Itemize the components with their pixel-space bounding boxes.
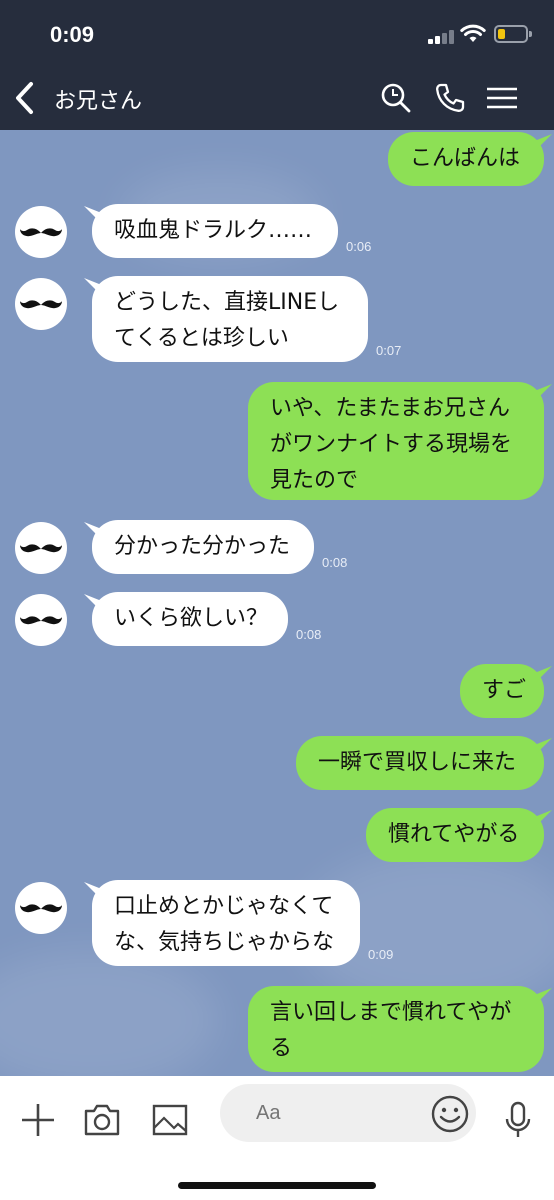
bubble-tail <box>536 738 552 754</box>
emoji-icon[interactable] <box>428 1092 472 1136</box>
message-time: 0:08 <box>322 555 348 570</box>
microphone-icon[interactable] <box>496 1098 540 1142</box>
message-bubble[interactable]: 慣れてやがる <box>366 808 544 862</box>
bubble-tail <box>84 594 100 610</box>
mustache-icon <box>20 544 62 553</box>
message-time: 0:06 <box>346 239 372 254</box>
camera-icon[interactable] <box>80 1098 124 1142</box>
status-bar: 0:09 <box>0 0 554 66</box>
message-bubble[interactable]: いや、たまたまお兄さん がワンナイトする現場を 見たので <box>248 382 544 500</box>
message-bubble[interactable]: 吸血鬼ドラルク…… <box>92 204 338 258</box>
message-meta: 0:08 <box>296 626 321 643</box>
chat-message-list[interactable]: こんばんは既読0:06吸血鬼ドラルク……0:06どうした、直接LINEし てくる… <box>0 130 554 1076</box>
chat-title: お兄さん <box>54 89 143 114</box>
nav-bar: お兄さん <box>0 66 554 130</box>
message-bubble[interactable]: いくら欲しい？ <box>92 592 288 646</box>
back-icon[interactable] <box>12 80 38 116</box>
avatar[interactable] <box>15 206 67 258</box>
menu-icon[interactable] <box>484 80 520 116</box>
message-bubble[interactable]: すご <box>460 664 544 718</box>
message-bubble[interactable]: どうした、直接LINEし てくるとは珍しい <box>92 276 368 362</box>
bubble-tail <box>536 810 552 826</box>
message-time: 0:07 <box>376 343 402 358</box>
plus-icon[interactable] <box>16 1098 60 1142</box>
bubble-tail <box>536 666 552 682</box>
mustache-icon <box>20 300 62 309</box>
message-meta: 0:08 <box>322 554 347 571</box>
phone-icon[interactable] <box>432 80 468 116</box>
message-time: 0:08 <box>296 627 322 642</box>
message-meta: 0:09 <box>368 946 393 963</box>
background-cloud <box>0 950 220 1076</box>
message-meta: 0:06 <box>346 238 371 255</box>
message-bubble[interactable]: 口止めとかじゃなくて な、気持ちじゃからな <box>92 880 360 966</box>
battery-icon <box>494 25 532 43</box>
mustache-icon <box>20 616 62 625</box>
wifi-icon <box>460 24 486 42</box>
search-icon[interactable] <box>378 80 414 116</box>
status-time: 0:09 <box>50 22 95 47</box>
message-time: 0:09 <box>368 947 394 962</box>
home-indicator <box>178 1182 376 1189</box>
message-bubble[interactable]: 一瞬で買収しに来た <box>296 736 544 790</box>
message-bubble[interactable]: こんばんは <box>388 132 544 186</box>
bubble-tail <box>84 882 100 898</box>
avatar[interactable] <box>15 522 67 574</box>
avatar[interactable] <box>15 594 67 646</box>
mustache-icon <box>20 228 62 237</box>
avatar[interactable] <box>15 882 67 934</box>
bubble-tail <box>84 522 100 538</box>
mustache-icon <box>20 904 62 913</box>
bubble-tail <box>536 988 552 1004</box>
message-bubble[interactable]: 言い回しまで慣れてやが る <box>248 986 544 1072</box>
avatar[interactable] <box>15 278 67 330</box>
cellular-signal-icon <box>428 28 458 44</box>
message-meta: 0:07 <box>376 342 401 359</box>
chat-header: 0:09 お兄さん <box>0 0 554 130</box>
image-icon[interactable] <box>148 1098 192 1142</box>
message-bubble[interactable]: 分かった分かった <box>92 520 314 574</box>
